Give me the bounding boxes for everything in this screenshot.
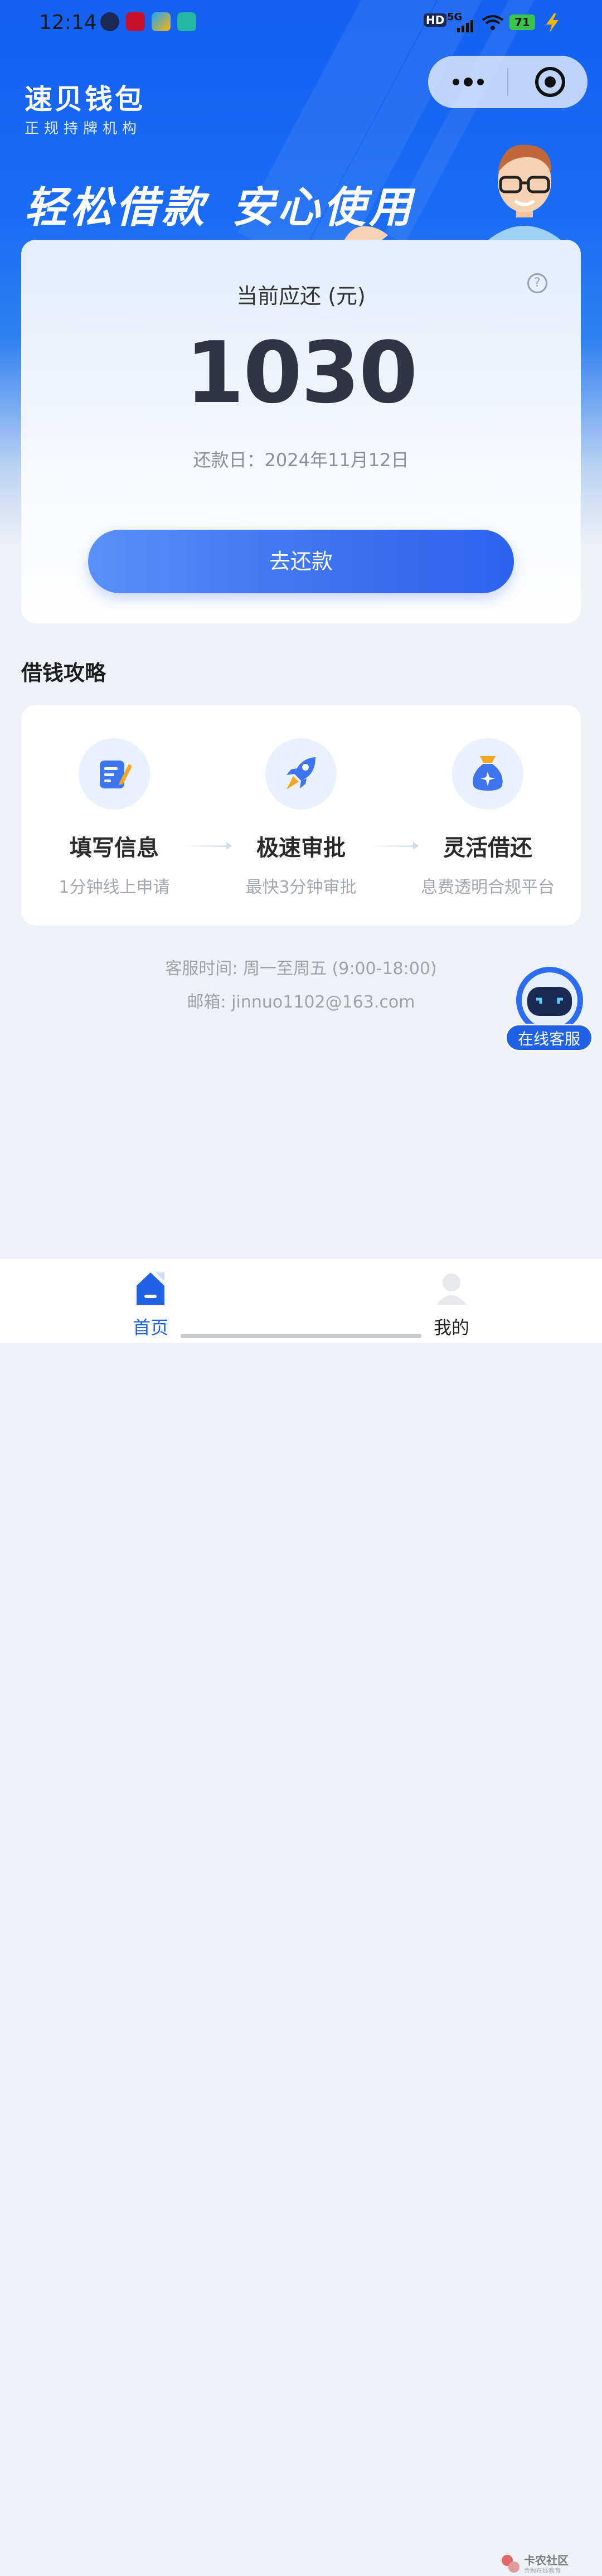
close-target-icon[interactable]	[534, 66, 566, 98]
step-desc: 息费透明合规平台	[421, 878, 555, 897]
due-date: 还款日：2024年11月12日	[193, 449, 409, 471]
more-icon[interactable]	[450, 72, 486, 91]
charging-icon	[546, 13, 559, 32]
battery-icon: 71	[509, 14, 535, 30]
home-indicator[interactable]	[181, 1334, 421, 1338]
miniprogram-capsule	[428, 56, 588, 108]
step-icon-bg	[79, 738, 150, 810]
repayment-card: ? 当前应还 (元) 1030 还款日：2024年11月12日 去还款	[21, 240, 581, 623]
step-icon-bg	[452, 738, 523, 810]
step-title: 灵活借还	[443, 835, 532, 861]
home-icon	[137, 1272, 164, 1305]
watermark-subtitle: 金融在线教育	[524, 2567, 561, 2574]
brand-title: 速贝钱包	[25, 83, 145, 115]
wifi-icon	[482, 15, 504, 30]
step-fast-approval: 极速审批 最快3分钟审批	[208, 738, 394, 906]
step-icon-bg	[265, 738, 337, 810]
video-app-icon	[152, 12, 171, 31]
boss-app-icon	[177, 12, 196, 31]
status-time: 12:14	[39, 11, 97, 34]
due-amount: 1030	[185, 323, 417, 422]
knong-logo-icon	[502, 2555, 520, 2573]
battery-level: 71	[514, 16, 530, 29]
repay-button[interactable]: 去还款	[88, 530, 514, 593]
tab-home[interactable]: 首页	[100, 1269, 201, 1339]
edit-form-icon	[100, 761, 132, 788]
tab-mine[interactable]: 我的	[401, 1269, 502, 1339]
chat-bubble-icon	[100, 12, 119, 31]
step-title: 填写信息	[70, 835, 159, 861]
brand-subtitle: 正规持牌机构	[25, 120, 142, 137]
capsule-divider	[507, 68, 508, 96]
online-service-button[interactable]: 在线客服	[505, 1024, 593, 1052]
user-icon	[436, 1274, 467, 1305]
guide-card: 填写信息 1分钟线上申请 极速审批 最快3分钟审批 灵活借还 息费透明合规平台	[21, 705, 581, 926]
step-flexible-repay: 灵活借还 息费透明合规平台	[395, 738, 581, 906]
due-label: 当前应还 (元)	[236, 284, 366, 308]
money-bag-icon	[473, 756, 503, 791]
watermark: 卡农社区 金融在线教育	[499, 2551, 589, 2576]
guide-title: 借钱攻略	[21, 661, 106, 685]
slogan-left: 轻松借款	[25, 182, 207, 232]
watermark-title: 卡农社区	[524, 2554, 569, 2567]
hd-icon: HD	[424, 13, 447, 27]
mascot-avatar-icon	[488, 144, 561, 245]
status-bar: 12:14 HD 5G 71	[0, 0, 602, 47]
step-fill-info: 填写信息 1分钟线上申请	[21, 738, 207, 906]
tab-bar: 首页 我的 卡农社区 金融在线教育	[0, 1259, 602, 2574]
step-desc: 1分钟线上申请	[59, 878, 170, 897]
bank-app-icon	[126, 12, 145, 31]
step-title: 极速审批	[256, 835, 346, 861]
step-desc: 最快3分钟审批	[245, 878, 357, 897]
rocket-icon	[287, 757, 315, 790]
signal-icon	[457, 20, 473, 32]
